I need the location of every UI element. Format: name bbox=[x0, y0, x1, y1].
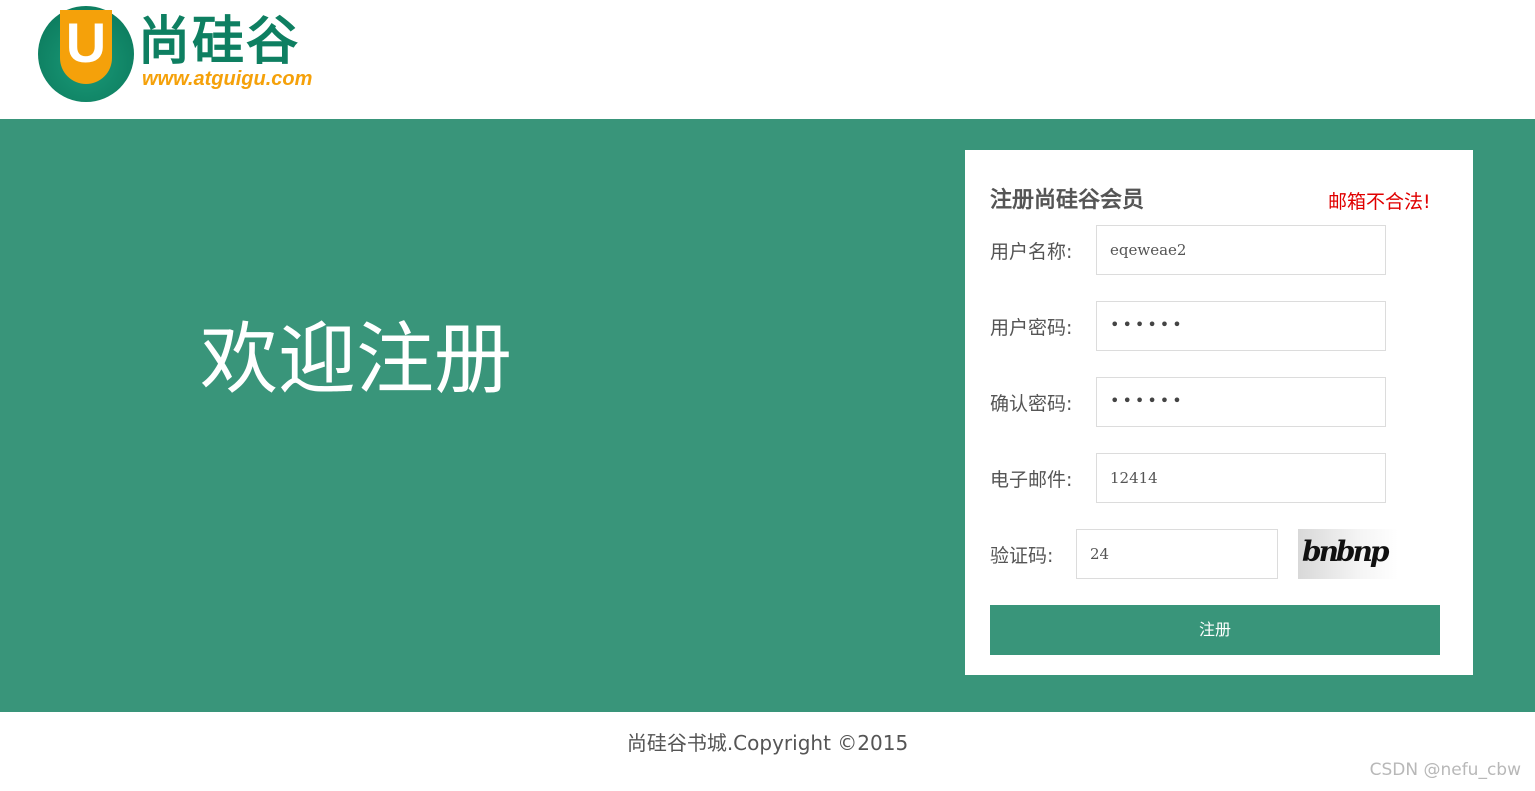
register-banner: 欢迎注册 注册尚硅谷会员 邮箱不合法! 用户名称: eqeweae2 用户密码:… bbox=[0, 119, 1535, 712]
code-label: 验证码: bbox=[990, 545, 1054, 567]
register-button[interactable]: 注册 bbox=[990, 605, 1440, 655]
logo-url: www.atguigu.com bbox=[142, 68, 313, 90]
repassword-input[interactable]: •••••• bbox=[1096, 377, 1386, 427]
error-message: 邮箱不合法! bbox=[1328, 191, 1431, 213]
site-logo[interactable]: U 尚硅谷 www.atguigu.com bbox=[38, 6, 358, 106]
repassword-label: 确认密码: bbox=[990, 393, 1073, 415]
password-label: 用户密码: bbox=[990, 317, 1073, 339]
password-input[interactable]: •••••• bbox=[1096, 301, 1386, 351]
captcha-text: bnbnp bbox=[1302, 535, 1389, 568]
captcha-image[interactable]: bnbnp bbox=[1298, 529, 1398, 579]
form-title: 注册尚硅谷会员 bbox=[990, 188, 1145, 213]
page-header: U 尚硅谷 www.atguigu.com bbox=[0, 0, 1535, 119]
logo-name: 尚硅谷 bbox=[138, 12, 301, 72]
register-form: 注册尚硅谷会员 邮箱不合法! 用户名称: eqeweae2 用户密码: ••••… bbox=[965, 150, 1473, 675]
logo-letter: U bbox=[60, 10, 112, 84]
username-label: 用户名称: bbox=[990, 241, 1073, 263]
email-label: 电子邮件: bbox=[990, 469, 1073, 491]
footer-copyright: 尚硅谷书城.Copyright ©2015 bbox=[626, 731, 909, 755]
watermark: CSDN @nefu_cbw bbox=[1369, 760, 1521, 780]
username-input[interactable]: eqeweae2 bbox=[1096, 225, 1386, 275]
email-input[interactable]: 12414 bbox=[1096, 453, 1386, 503]
welcome-heading: 欢迎注册 bbox=[200, 315, 513, 405]
code-input[interactable]: 24 bbox=[1076, 529, 1278, 579]
